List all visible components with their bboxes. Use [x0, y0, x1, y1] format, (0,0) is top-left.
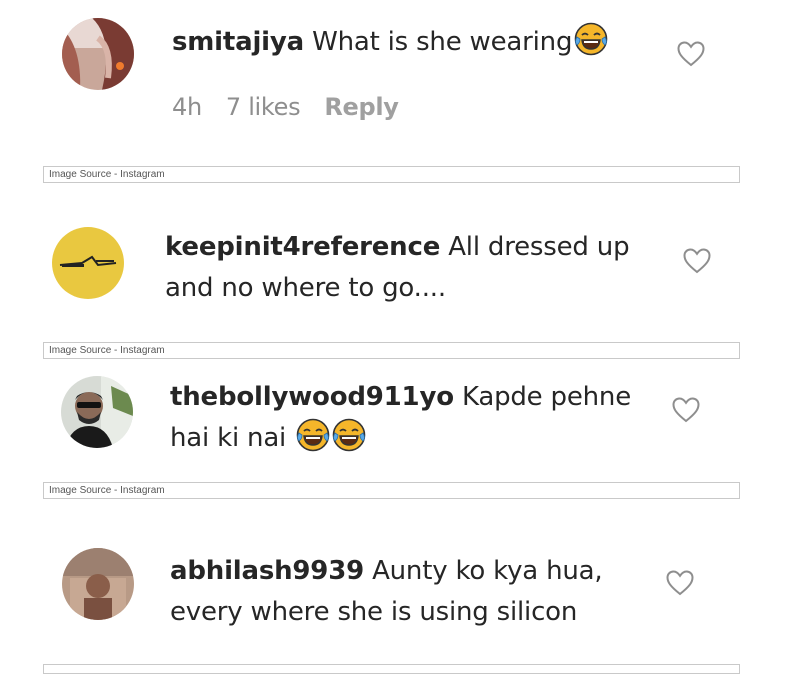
- comment-body: Kapde pehne: [461, 382, 631, 412]
- comment-body: Aunty ko kya hua,: [372, 556, 603, 586]
- image-source-caption: Image Source - Instagram: [43, 482, 740, 499]
- comment-text: smitajiya What is she wearing: [172, 22, 608, 63]
- tears-of-joy-emoji-icon: [574, 22, 608, 56]
- image-source-caption-partial: [43, 664, 740, 674]
- heart-icon[interactable]: [683, 248, 711, 274]
- comment-text: thebollywood911yo Kapde pehne hai ki nai: [170, 377, 631, 459]
- tears-of-joy-emoji-icon: [332, 418, 366, 452]
- comment-text: abhilash9939 Aunty ko kya hua, every whe…: [170, 551, 603, 633]
- comment-username[interactable]: keepinit4reference: [165, 232, 440, 262]
- comment-username[interactable]: smitajiya: [172, 27, 304, 57]
- comment-line-1: keepinit4reference All dressed up: [165, 227, 630, 268]
- tears-of-joy-emoji-icon: [296, 418, 330, 452]
- heart-icon[interactable]: [672, 397, 700, 423]
- comment-likes[interactable]: 7 likes: [226, 93, 301, 121]
- comment-text: keepinit4reference All dressed up and no…: [165, 227, 630, 309]
- comment-body: All dressed up: [448, 232, 630, 262]
- heart-icon[interactable]: [666, 570, 694, 596]
- comment-username[interactable]: thebollywood911yo: [170, 382, 454, 412]
- image-source-caption: Image Source - Instagram: [43, 342, 740, 359]
- comment-time: 4h: [172, 93, 202, 121]
- comment-body: What is she wearing: [312, 27, 573, 57]
- heart-icon[interactable]: [677, 41, 705, 67]
- comment-line-1: abhilash9939 Aunty ko kya hua,: [170, 551, 603, 592]
- comment-line-2: hai ki nai: [170, 418, 631, 459]
- comment-line-2: every where she is using silicon: [170, 597, 578, 627]
- avatar[interactable]: [62, 548, 134, 620]
- avatar[interactable]: [52, 227, 124, 299]
- avatar[interactable]: [61, 376, 133, 448]
- avatar[interactable]: [62, 18, 134, 90]
- comment-meta: 4h 7 likes Reply: [172, 93, 423, 121]
- reply-button[interactable]: Reply: [324, 93, 399, 121]
- comment-line-1: thebollywood911yo Kapde pehne: [170, 377, 631, 418]
- comment-username[interactable]: abhilash9939: [170, 556, 364, 586]
- comment-body-continued: hai ki nai: [170, 423, 287, 453]
- comment-line-2: and no where to go....: [165, 273, 446, 303]
- image-source-caption: Image Source - Instagram: [43, 166, 740, 183]
